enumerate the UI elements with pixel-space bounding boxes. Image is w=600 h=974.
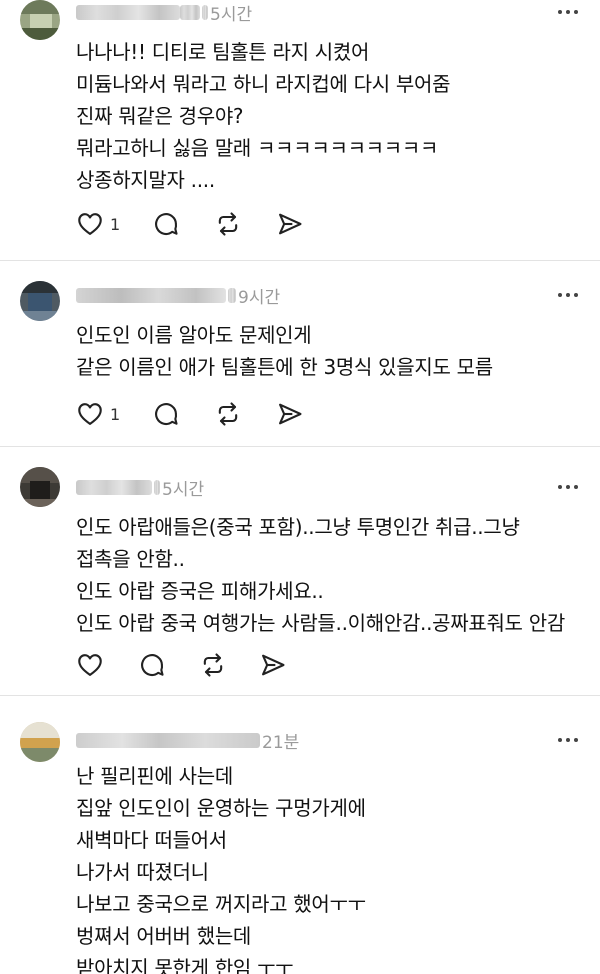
share-button[interactable] (259, 650, 287, 680)
post-line: 접촉을 안함.. (76, 547, 185, 571)
repost-icon (218, 212, 238, 236)
post-body: 나나나!! 디티로 팀홀튼 라지 시켰어 미듐나와서 뭐라고 하니 라지컵에 다… (76, 36, 596, 196)
post-line: 인도인 이름 알아도 문제인게 (76, 323, 312, 347)
post-line: 받아치지 못한게 한임 ㅜㅜ (76, 956, 294, 974)
post-line: 상종하지말자 .... (76, 168, 215, 192)
post-time: 21분 (262, 732, 300, 753)
username[interactable]: 21분 (76, 731, 299, 753)
reply-button[interactable] (152, 399, 180, 429)
post-line: 인도 아랍 중국 여행가는 사람들..이해안감..공짜표줘도 안감 (76, 611, 565, 635)
like-button[interactable] (76, 650, 110, 680)
repost-button[interactable] (199, 650, 227, 680)
post-line: 나나나!! 디티로 팀홀튼 라지 시켰어 (76, 40, 370, 64)
like-count: 1 (110, 214, 121, 234)
post-4: 21분 난 필리핀에 사는데 집앞 인도인이 운영하는 구멍가게에 새벽마다 떠… (0, 696, 600, 974)
like-button[interactable]: 1 (76, 399, 120, 429)
post-2: 9시간 인도인 이름 알아도 문제인게 같은 이름인 애가 팀홀튼에 한 3명식… (0, 261, 600, 446)
avatar[interactable] (20, 0, 60, 40)
avatar[interactable] (20, 722, 60, 762)
username[interactable]: 5시간 (76, 478, 204, 500)
like-count: 1 (110, 404, 121, 424)
post-body: 인도인 이름 알아도 문제인게 같은 이름인 애가 팀홀튼에 한 3명식 있을지… (76, 319, 596, 383)
more-dots-icon[interactable] (558, 3, 578, 21)
post-line: 뭐라고하니 싫음 말래 ㅋㅋㅋㅋㅋㅋㅋㅋㅋㅋ (76, 136, 439, 160)
post-line: 인도 아랍애들은(중국 포함)..그냥 투명인간 취급..그냥 (76, 515, 520, 539)
more-dots-icon[interactable] (558, 478, 578, 496)
repost-icon (203, 653, 223, 677)
post-line: 난 필리핀에 사는데 (76, 764, 233, 788)
repost-button[interactable] (214, 399, 242, 429)
send-icon (279, 403, 302, 425)
post-time: 5시간 (162, 479, 205, 500)
post-time: 9시간 (238, 287, 281, 308)
username[interactable]: 5시간 (76, 3, 252, 25)
post-time: 5시간 (210, 4, 253, 25)
avatar[interactable] (20, 467, 60, 507)
comment-bubble-icon (141, 654, 164, 676)
post-line: 나보고 중국으로 꺼지라고 했어ㅜㅜ (76, 892, 366, 916)
avatar[interactable] (20, 281, 60, 321)
post-line: 벙쪄서 어버버 했는데 (76, 924, 252, 948)
send-icon (279, 213, 302, 235)
post-line: 같은 이름인 애가 팀홀튼에 한 3명식 있을지도 모름 (76, 355, 493, 379)
send-icon (262, 654, 285, 676)
heart-icon (78, 403, 102, 425)
repost-icon (218, 402, 238, 426)
post-body: 난 필리핀에 사는데 집앞 인도인이 운영하는 구멍가게에 새벽마다 떠들어서 … (76, 760, 596, 974)
post-line: 미듐나와서 뭐라고 하니 라지컵에 다시 부어줌 (76, 72, 451, 96)
more-dots-icon[interactable] (558, 286, 578, 304)
share-button[interactable] (276, 399, 304, 429)
post-line: 나가서 따졌더니 (76, 860, 209, 884)
reply-button[interactable] (152, 209, 180, 239)
post-line: 인도 아랍 증국은 피해가세요.. (76, 579, 324, 603)
post-body: 인도 아랍애들은(중국 포함)..그냥 투명인간 취급..그냥 접촉을 안함..… (76, 511, 596, 639)
repost-button[interactable] (214, 209, 242, 239)
like-button[interactable]: 1 (76, 209, 120, 239)
heart-icon (78, 654, 102, 676)
comment-bubble-icon (155, 403, 178, 425)
post-line: 진짜 뭐같은 경우야? (76, 104, 244, 128)
username[interactable]: 9시간 (76, 286, 280, 308)
post-1: 5시간 나나나!! 디티로 팀홀튼 라지 시켰어 미듐나와서 뭐라고 하니 라지… (0, 0, 600, 262)
post-line: 새벽마다 떠들어서 (76, 828, 227, 852)
more-dots-icon[interactable] (558, 731, 578, 749)
post-line: 집앞 인도인이 운영하는 구멍가게에 (76, 796, 366, 820)
share-button[interactable] (276, 209, 304, 239)
reply-button[interactable] (138, 650, 166, 680)
comment-bubble-icon (155, 213, 178, 235)
heart-icon (78, 213, 102, 235)
post-3: 5시간 인도 아랍애들은(중국 포함)..그냥 투명인간 취급..그냥 접촉을 … (0, 447, 600, 695)
